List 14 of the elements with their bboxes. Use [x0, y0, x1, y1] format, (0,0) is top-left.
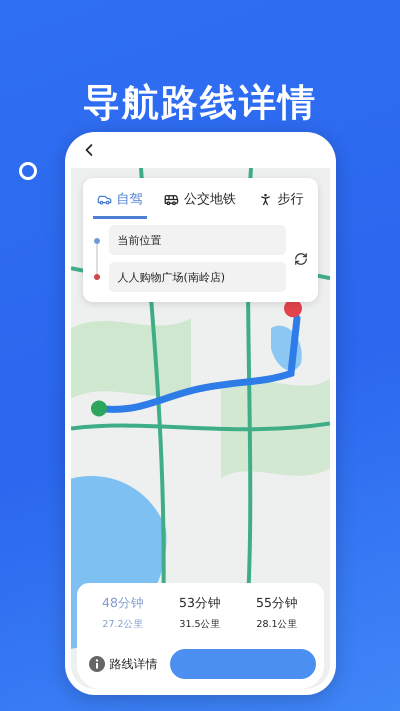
ring-icon: [19, 162, 37, 180]
route-option[interactable]: 55分钟 28.1公里: [256, 595, 298, 631]
info-icon: [88, 656, 104, 672]
swap-button[interactable]: [294, 252, 308, 266]
route-details-link[interactable]: 路线详情: [84, 656, 158, 672]
travel-mode-tab[interactable]: 自驾: [92, 184, 146, 219]
route-option[interactable]: 53分钟 31.5公里: [179, 595, 221, 631]
swap-icon: [294, 252, 308, 266]
start-navigation-button[interactable]: [170, 649, 316, 679]
origin-field[interactable]: 当前位置: [108, 225, 286, 255]
travel-mode-tab[interactable]: 步行: [254, 184, 308, 219]
headline: 导航路线详情: [83, 80, 317, 126]
destination-field[interactable]: 人人购物广场(南岭店): [108, 262, 286, 292]
travel-mode-tab[interactable]: 公交地铁: [160, 184, 240, 219]
